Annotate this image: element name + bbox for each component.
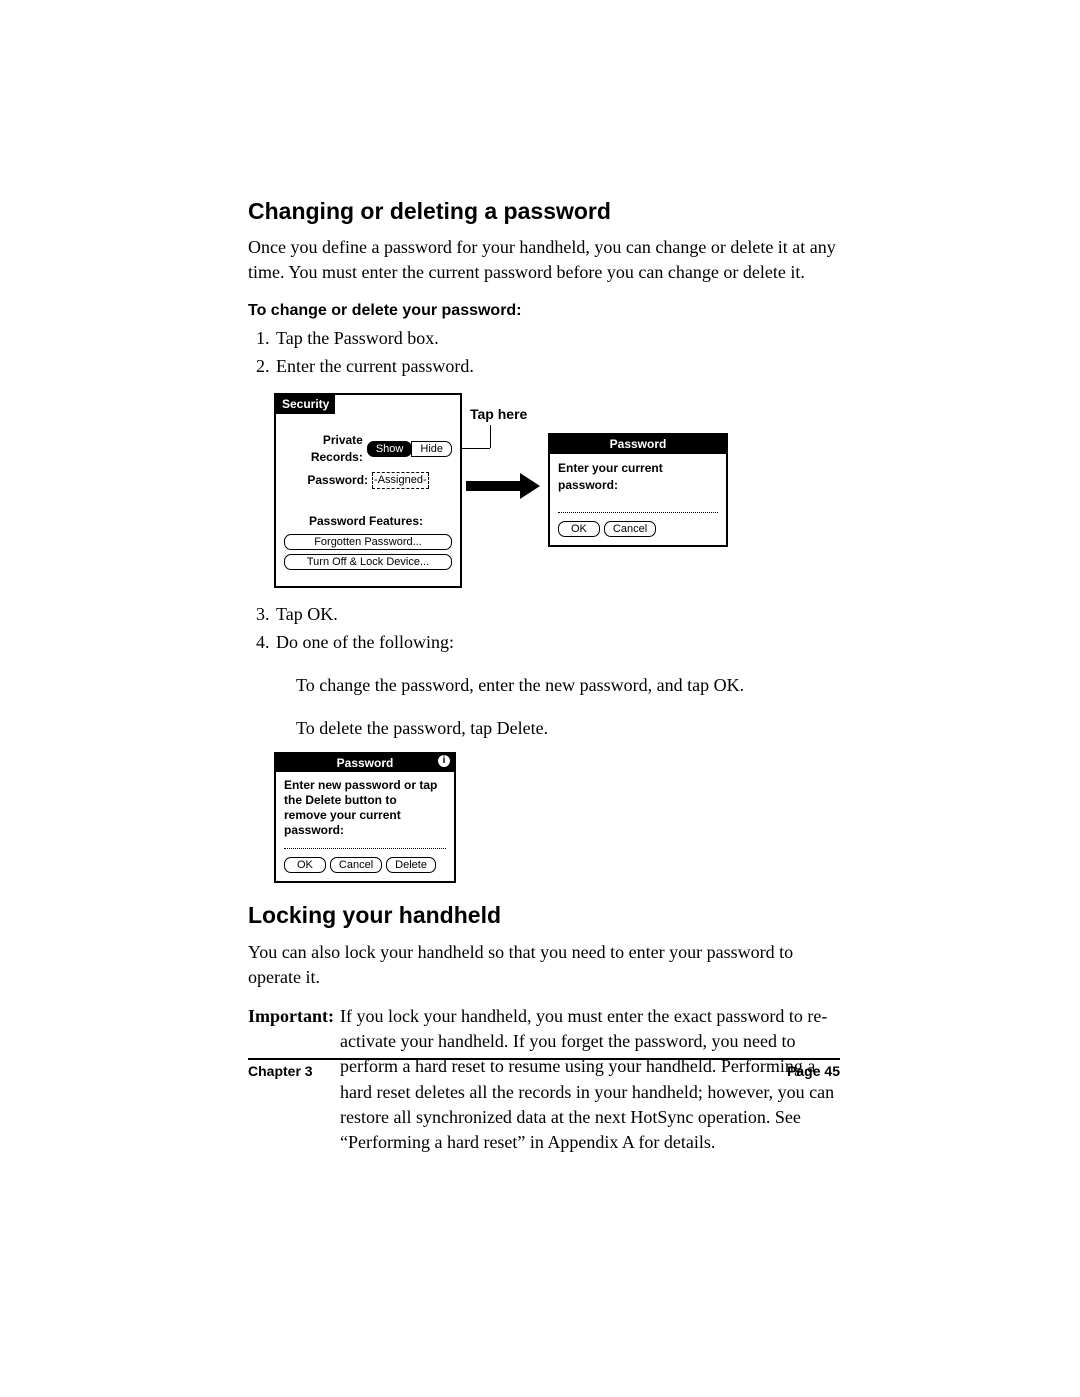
private-records-label: Private Records: [284,432,363,466]
substep-delete: To delete the password, tap Delete. [296,716,840,741]
substep-change: To change the password, enter the new pa… [296,673,840,698]
password-features-label: Password Features: [284,513,448,530]
intro-paragraph-1: Once you define a password for your hand… [248,235,840,285]
turn-off-lock-button[interactable]: Turn Off & Lock Device... [284,554,452,570]
dialog-new-delete-button[interactable]: Delete [386,857,436,873]
dialog-current-prompt: Enter your current password: [558,460,714,494]
steps-list-b: Tap OK. Do one of the following: [248,602,840,655]
dialog-current-titlebar: Password [550,435,726,454]
dialog-current-cancel-button[interactable]: Cancel [604,521,656,537]
dialog-new-prompt: Enter new password or tap the Delete but… [284,778,442,838]
step-4: Do one of the following: [274,630,840,655]
forgotten-password-button[interactable]: Forgotten Password... [284,534,452,550]
password-label: Password: [307,472,368,489]
dialog-new-ok-button[interactable]: OK [284,857,326,873]
dialog-new-titlebar: Password i [276,754,454,773]
current-password-dialog: Password Enter your current password: OK… [548,433,728,546]
page-footer: Chapter 3 Page 45 [248,1058,840,1082]
step-1: Tap the Password box. [274,326,840,351]
intro-paragraph-2: You can also lock your handheld so that … [248,940,840,990]
tap-here-annotation: Tap here [470,405,527,425]
step-2: Enter the current password. [274,354,840,379]
current-password-input[interactable] [558,512,718,513]
password-field[interactable]: -Assigned- [372,472,429,489]
procedure-subhead: To change or delete your password: [248,300,840,322]
pointer-horiz-icon [462,448,490,449]
security-titlebar: Security [276,395,335,414]
figure-security-and-dialog: Security Private Records: Show Hide Pass… [274,393,840,588]
new-password-input[interactable] [284,848,446,849]
steps-list-a: Tap the Password box. Enter the current … [248,326,840,379]
hide-button[interactable]: Hide [411,441,452,457]
new-password-dialog: Password i Enter new password or tap the… [274,752,456,884]
footer-chapter: Chapter 3 [248,1062,313,1082]
dialog-new-title: Password [337,755,394,772]
footer-rule [248,1058,840,1060]
arrow-head-icon [520,473,540,499]
section-heading-locking: Locking your handheld [248,899,840,931]
show-button[interactable]: Show [367,441,413,457]
dialog-current-ok-button[interactable]: OK [558,521,600,537]
section-heading-changing: Changing or deleting a password [248,195,840,227]
arrow-body-icon [466,481,522,491]
security-panel: Security Private Records: Show Hide Pass… [274,393,462,588]
info-icon[interactable]: i [438,755,450,767]
dialog-current-title: Password [610,436,667,453]
footer-page: Page 45 [787,1062,840,1082]
step-3: Tap OK. [274,602,840,627]
dialog-new-cancel-button[interactable]: Cancel [330,857,382,873]
pointer-line-icon [490,425,491,448]
